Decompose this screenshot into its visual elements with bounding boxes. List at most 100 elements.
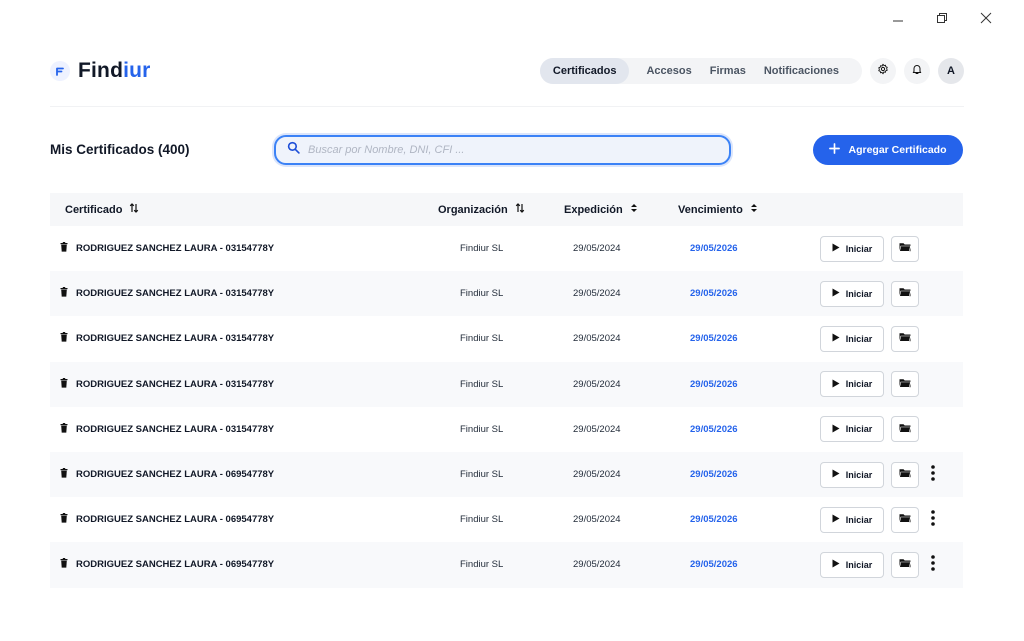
nav-firmas[interactable]: Firmas [701, 58, 755, 84]
play-icon [832, 288, 840, 299]
more-options-button[interactable] [926, 552, 940, 578]
iniciar-button[interactable]: Iniciar [820, 506, 884, 533]
column-certificado-label: Certificado [65, 203, 123, 216]
organization-cell: Findiur SL [460, 288, 504, 300]
more-options-button[interactable] [926, 462, 940, 488]
window-controls [888, 8, 996, 28]
organization-cell: Findiur SL [460, 469, 504, 481]
expiry-date-cell: 29/05/2026 [690, 243, 738, 255]
column-organizacion[interactable]: Organización [438, 203, 525, 216]
avatar[interactable]: A [938, 58, 964, 84]
notifications-button[interactable] [904, 58, 930, 84]
add-certificate-label: Agregar Certificado [848, 144, 947, 156]
expiry-date-cell: 29/05/2026 [690, 469, 738, 481]
sort-alpha-icon [515, 203, 525, 216]
trash-icon[interactable] [60, 332, 68, 345]
open-folder-button[interactable] [891, 371, 919, 398]
open-folder-button[interactable] [891, 280, 919, 307]
open-folder-button[interactable] [891, 461, 919, 488]
column-vencimiento-label: Vencimiento [678, 203, 743, 216]
column-expedicion[interactable]: Expedición [564, 203, 638, 216]
logo[interactable]: Findiur [50, 59, 151, 83]
search-input[interactable] [308, 144, 708, 156]
certificate-name: RODRIGUEZ SANCHEZ LAURA - 06954778Y [76, 469, 275, 481]
certificate-name: RODRIGUEZ SANCHEZ LAURA - 03154778Y [76, 423, 275, 435]
iniciar-label: Iniciar [845, 469, 873, 480]
search-box[interactable] [274, 135, 731, 165]
expiry-date-cell: 29/05/2026 [690, 288, 738, 300]
open-folder-button[interactable] [891, 551, 919, 578]
play-icon [832, 243, 840, 254]
iniciar-button[interactable]: Iniciar [820, 235, 884, 262]
folder-open-icon [899, 468, 911, 481]
iniciar-button[interactable]: Iniciar [820, 416, 884, 443]
expiry-date-cell: 29/05/2026 [690, 423, 738, 435]
trash-icon[interactable] [60, 558, 68, 571]
expiry-date-cell: 29/05/2026 [690, 378, 738, 390]
table-row[interactable]: RODRIGUEZ SANCHEZ LAURA - 06954778Y Findi… [50, 497, 963, 542]
folder-open-icon [899, 242, 911, 255]
trash-icon[interactable] [60, 468, 68, 481]
trash-icon[interactable] [60, 287, 68, 300]
table-row[interactable]: RODRIGUEZ SANCHEZ LAURA - 03154778Y Findi… [50, 271, 963, 317]
add-certificate-button[interactable]: Agregar Certificado [813, 135, 963, 165]
more-vertical-icon [931, 510, 935, 529]
play-icon [832, 333, 840, 344]
bell-icon [911, 62, 923, 80]
table-row[interactable]: RODRIGUEZ SANCHEZ LAURA - 03154778Y Findi… [50, 407, 963, 452]
more-options-button[interactable] [926, 507, 940, 533]
row-actions: Iniciar [820, 235, 919, 262]
table-row[interactable]: RODRIGUEZ SANCHEZ LAURA - 03154778Y Findi… [50, 361, 963, 407]
table-row[interactable]: RODRIGUEZ SANCHEZ LAURA - 03154778Y Findi… [50, 226, 963, 271]
table-body: RODRIGUEZ SANCHEZ LAURA - 03154778Y Findi… [50, 226, 963, 588]
iniciar-label: Iniciar [845, 288, 873, 299]
iniciar-label: Iniciar [845, 559, 873, 570]
minimize-icon[interactable] [888, 8, 908, 28]
iniciar-button[interactable]: Iniciar [820, 371, 884, 398]
search-icon [287, 141, 300, 159]
folder-open-icon [899, 287, 911, 300]
column-certificado[interactable]: Certificado [65, 203, 139, 216]
iniciar-button[interactable]: Iniciar [820, 280, 884, 307]
certificate-name-cell: RODRIGUEZ SANCHEZ LAURA - 06954778Y [60, 468, 274, 481]
row-actions: Iniciar [820, 325, 919, 352]
open-folder-button[interactable] [891, 416, 919, 443]
restore-icon[interactable] [932, 8, 952, 28]
open-folder-button[interactable] [891, 325, 919, 352]
certificates-table: Certificado Organización Expedición Venc… [50, 193, 963, 588]
column-vencimiento[interactable]: Vencimiento [678, 203, 758, 216]
settings-button[interactable] [870, 58, 896, 84]
issue-date-cell: 29/05/2024 [573, 469, 621, 481]
certificate-name-cell: RODRIGUEZ SANCHEZ LAURA - 03154778Y [60, 287, 274, 300]
iniciar-button[interactable]: Iniciar [820, 461, 884, 488]
trash-icon[interactable] [60, 513, 68, 526]
play-icon [832, 514, 840, 525]
open-folder-button[interactable] [891, 506, 919, 533]
certificate-name-cell: RODRIGUEZ SANCHEZ LAURA - 06954778Y [60, 513, 274, 526]
certificate-name: RODRIGUEZ SANCHEZ LAURA - 03154778Y [76, 378, 275, 390]
table-row[interactable]: RODRIGUEZ SANCHEZ LAURA - 06954778Y Findi… [50, 542, 963, 588]
iniciar-button[interactable]: Iniciar [820, 551, 884, 578]
table-row[interactable]: RODRIGUEZ SANCHEZ LAURA - 06954778Y Findi… [50, 451, 963, 498]
certificate-name-cell: RODRIGUEZ SANCHEZ LAURA - 03154778Y [60, 332, 274, 345]
table-row[interactable]: RODRIGUEZ SANCHEZ LAURA - 03154778Y Findi… [50, 316, 963, 361]
nav-accesos[interactable]: Accesos [637, 58, 700, 84]
trash-icon[interactable] [60, 377, 68, 391]
certificate-name-cell: RODRIGUEZ SANCHEZ LAURA - 06954778Y [60, 558, 274, 571]
issue-date-cell: 29/05/2024 [573, 288, 621, 300]
row-actions: Iniciar [820, 551, 940, 578]
row-actions: Iniciar [820, 416, 919, 443]
iniciar-button[interactable]: Iniciar [820, 325, 884, 352]
issue-date-cell: 29/05/2024 [573, 243, 621, 255]
trash-icon[interactable] [60, 422, 68, 436]
nav-notificaciones[interactable]: Notificaciones [755, 58, 848, 84]
table-header: Certificado Organización Expedición Venc… [50, 193, 963, 226]
close-icon[interactable] [976, 8, 996, 28]
trash-icon[interactable] [60, 242, 68, 255]
more-vertical-icon [931, 465, 935, 484]
open-folder-button[interactable] [891, 235, 919, 262]
plus-icon [829, 143, 841, 157]
column-organizacion-label: Organización [438, 203, 508, 216]
nav-certificados[interactable]: Certificados [539, 58, 630, 84]
gear-icon [877, 62, 889, 80]
